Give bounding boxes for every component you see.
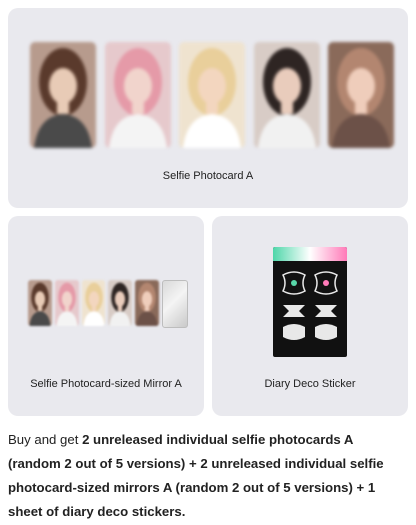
sticker-label: Diary Deco Sticker: [264, 378, 356, 390]
product-description: Buy and get 2 unreleased individual self…: [8, 428, 408, 524]
photocard-3: [179, 42, 245, 148]
mirror-back: [162, 280, 188, 328]
mirror-card: Selfie Photocard-sized Mirror A: [8, 216, 204, 416]
mirror-label: Selfie Photocard-sized Mirror A: [30, 378, 182, 390]
sticker-card: Diary Deco Sticker: [212, 216, 408, 416]
photocard-5: [328, 42, 394, 148]
description-prefix: Buy and get: [8, 432, 83, 447]
mirror-photocard-1: [28, 280, 52, 326]
photocard-1: [30, 42, 96, 148]
mirror-photocard-5: [135, 280, 160, 326]
photocard-row: [30, 42, 394, 155]
selfie-photocard-card: Selfie Photocard A: [8, 8, 408, 208]
mirror-row: [28, 280, 188, 328]
mirror-photocard-4: [108, 280, 133, 326]
sticker-sheet-image: [273, 247, 347, 357]
mirror-photocard-2: [54, 280, 79, 326]
mirror-photocard-3: [81, 280, 106, 326]
sticker-sheet-header: [273, 247, 347, 261]
photocard-2: [104, 42, 171, 148]
photocard-4: [253, 42, 320, 148]
sticker-shapes: [282, 271, 338, 340]
selfie-photocard-label: Selfie Photocard A: [162, 170, 254, 182]
